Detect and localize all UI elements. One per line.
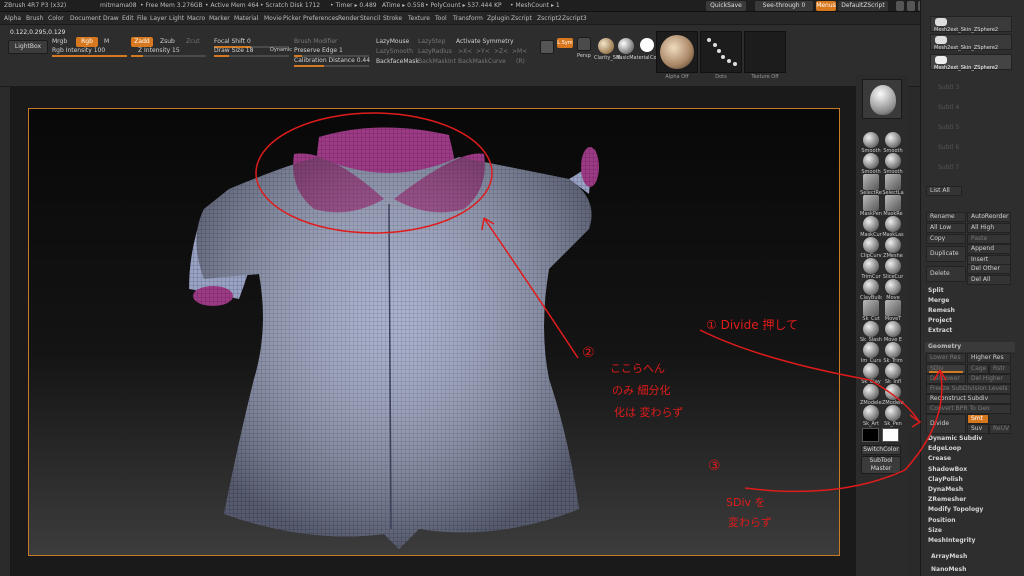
annotation-step-2-line2: のみ 細分化	[612, 384, 671, 397]
annotation-step-1: ① Divide 押して	[706, 318, 799, 332]
arrow-3-annotation	[744, 369, 943, 493]
annotation-layer	[255, 112, 947, 493]
annotation-step-3-line2: 変わらず	[728, 516, 772, 529]
annotation-step-3: ③	[708, 458, 721, 474]
arrow-2-annotation	[483, 217, 579, 359]
annotation-step-3-line1: SDiv を	[726, 496, 766, 509]
annotation-step-2-line3: 化は 変わらず	[614, 406, 684, 419]
collar-circle-annotation	[255, 112, 493, 234]
annotation-step-2: ②	[582, 345, 595, 361]
arrow-1-annotation	[699, 329, 919, 421]
annotation-step-2-line1: ここらへん	[610, 362, 665, 375]
